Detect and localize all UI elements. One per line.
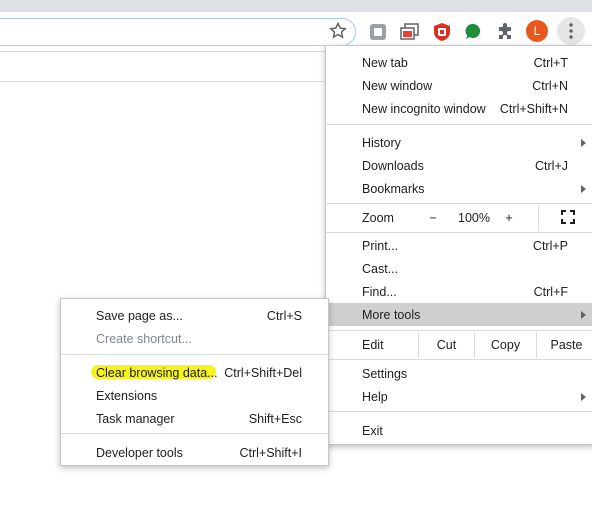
- submenu-arrow-icon: [581, 184, 586, 193]
- fullscreen-button[interactable]: [538, 205, 592, 231]
- menu-item-label: Create shortcut...: [96, 331, 192, 346]
- menu-item-label: Save page as...: [96, 308, 183, 323]
- menu-item-downloads[interactable]: Downloads Ctrl+J: [326, 154, 592, 177]
- menu-item-create-shortcut: Create shortcut...: [61, 327, 328, 350]
- copy-button[interactable]: Copy: [474, 332, 536, 358]
- menu-item-shortcut: Ctrl+Shift+I: [239, 445, 302, 460]
- puzzle-extensions-icon[interactable]: [493, 20, 517, 44]
- menu-item-save-page-as[interactable]: Save page as... Ctrl+S: [61, 304, 328, 327]
- zoom-label: Zoom: [362, 211, 394, 225]
- menu-item-help[interactable]: Help: [326, 385, 592, 408]
- menu-item-label: Find...: [362, 284, 397, 299]
- menu-item-label: Exit: [362, 423, 383, 438]
- menu-item-label: Extensions: [96, 388, 158, 403]
- green-extension-icon[interactable]: [461, 20, 485, 44]
- submenu-arrow-icon: [581, 310, 586, 319]
- edit-label: Edit: [362, 338, 384, 352]
- menu-item-shortcut: Ctrl+P: [532, 238, 568, 253]
- extension-icon-2[interactable]: [398, 20, 422, 44]
- chrome-main-menu: New tab Ctrl+T New window Ctrl+N New inc…: [325, 45, 592, 445]
- menu-item-zoom: Zoom − 100% +: [326, 205, 592, 231]
- menu-separator: [61, 433, 328, 434]
- menu-item-label: Task manager: [96, 411, 175, 426]
- menu-item-label: Clear browsing data...: [96, 365, 218, 380]
- menu-separator: [326, 330, 592, 331]
- menu-item-label: Downloads: [362, 158, 424, 173]
- paste-button[interactable]: Paste: [536, 332, 592, 358]
- menu-item-label: New tab: [362, 55, 408, 70]
- fullscreen-icon: [560, 209, 575, 227]
- tab-strip: [0, 0, 592, 12]
- menu-item-label: Settings: [362, 366, 408, 381]
- bookmark-star-icon[interactable]: [328, 21, 348, 41]
- menu-item-label: Developer tools: [96, 445, 183, 460]
- menu-item-shortcut: Ctrl+T: [533, 55, 568, 70]
- address-bar[interactable]: [0, 18, 356, 46]
- menu-item-bookmarks[interactable]: Bookmarks: [326, 177, 592, 200]
- extension-icon-1[interactable]: [366, 20, 390, 44]
- menu-item-shortcut: Shift+Esc: [248, 411, 302, 426]
- menu-item-edit: Edit Cut Copy Paste: [326, 332, 592, 358]
- kebab-menu-icon[interactable]: [557, 17, 585, 45]
- menu-item-label: Help: [362, 389, 388, 404]
- menu-item-cast[interactable]: Cast...: [326, 257, 592, 280]
- menu-item-history[interactable]: History: [326, 131, 592, 154]
- menu-item-shortcut: Ctrl+N: [532, 78, 568, 93]
- zoom-level: 100%: [458, 211, 490, 225]
- menu-item-settings[interactable]: Settings: [326, 362, 592, 385]
- menu-separator: [326, 411, 592, 412]
- menu-item-label: New incognito window: [362, 101, 486, 116]
- menu-separator: [61, 354, 328, 355]
- more-tools-submenu: Save page as... Ctrl+S Create shortcut..…: [60, 298, 329, 466]
- menu-item-extensions[interactable]: Extensions: [61, 384, 328, 407]
- content-divider: [0, 81, 326, 82]
- ublock-icon[interactable]: [430, 20, 454, 44]
- cut-button[interactable]: Cut: [418, 332, 474, 358]
- menu-item-shortcut: Ctrl+Shift+Del: [224, 365, 302, 380]
- menu-item-label: More tools: [362, 307, 421, 322]
- menu-separator: [326, 124, 592, 125]
- menu-item-label: Bookmarks: [362, 181, 425, 196]
- menu-item-label: Print...: [362, 238, 399, 253]
- menu-item-more-tools[interactable]: More tools: [326, 303, 592, 326]
- menu-item-exit[interactable]: Exit: [326, 419, 592, 442]
- menu-item-shortcut: Ctrl+S: [266, 308, 302, 323]
- menu-item-print[interactable]: Print... Ctrl+P: [326, 234, 592, 257]
- menu-item-find[interactable]: Find... Ctrl+F: [326, 280, 592, 303]
- menu-separator: [326, 232, 592, 233]
- menu-item-task-manager[interactable]: Task manager Shift+Esc: [61, 407, 328, 430]
- menu-item-shortcut: Ctrl+F: [533, 284, 568, 299]
- submenu-arrow-icon: [581, 138, 586, 147]
- menu-item-shortcut: Ctrl+Shift+N: [499, 101, 568, 116]
- menu-item-label: New window: [362, 78, 433, 93]
- menu-item-label: History: [362, 135, 401, 150]
- menu-item-shortcut: Ctrl+J: [535, 158, 568, 173]
- menu-item-developer-tools[interactable]: Developer tools Ctrl+Shift+I: [61, 441, 328, 464]
- menu-item-label: Cast...: [362, 261, 399, 276]
- menu-separator: [326, 359, 592, 360]
- zoom-in-button[interactable]: +: [496, 205, 522, 231]
- menu-separator: [326, 203, 592, 204]
- submenu-arrow-icon: [581, 392, 586, 401]
- menu-item-new-tab[interactable]: New tab Ctrl+T: [326, 51, 592, 74]
- profile-avatar[interactable]: L: [526, 20, 548, 42]
- menu-item-clear-browsing-data[interactable]: Clear browsing data... Ctrl+Shift+Del: [61, 361, 328, 384]
- menu-item-new-incognito-window[interactable]: New incognito window Ctrl+Shift+N: [326, 97, 592, 120]
- menu-item-new-window[interactable]: New window Ctrl+N: [326, 74, 592, 97]
- zoom-out-button[interactable]: −: [420, 205, 446, 231]
